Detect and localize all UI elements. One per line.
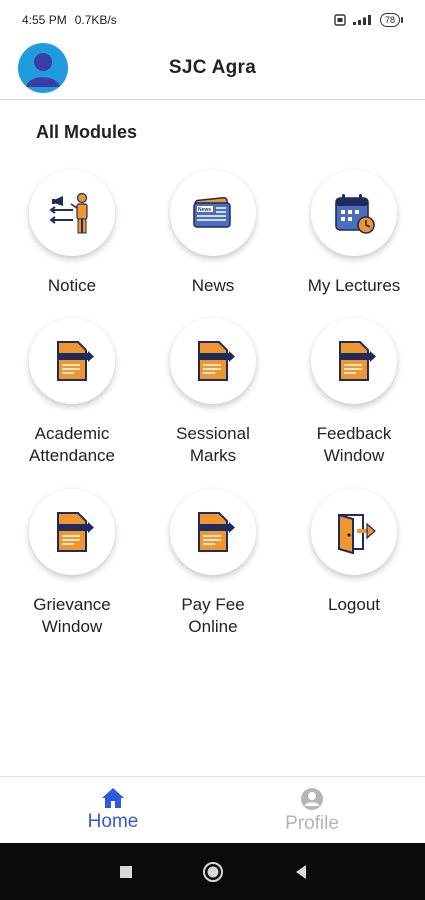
module-label: Logout — [328, 595, 380, 614]
svg-text:News: News — [198, 207, 211, 213]
system-home-icon[interactable] — [202, 861, 224, 883]
battery-level: 78 — [379, 13, 400, 27]
module-grievance-window[interactable]: Grievance Window — [2, 489, 142, 638]
nav-profile-label: Profile — [285, 813, 339, 834]
module-notice-button[interactable] — [29, 170, 115, 256]
network-speed: 0.7KB/s — [74, 13, 117, 27]
status-left: 4:55 PM 0.7KB/s — [22, 13, 117, 27]
module-label: Feedback Window — [316, 424, 392, 465]
profile-icon — [301, 788, 323, 810]
bottom-nav: Home Profile — [0, 776, 425, 843]
document-icon — [339, 341, 376, 381]
module-feedback-window-button[interactable] — [311, 318, 397, 404]
nav-home-label: Home — [87, 811, 139, 832]
newspaper-icon: News — [193, 196, 231, 228]
module-logout-button[interactable] — [311, 489, 397, 575]
nav-home[interactable]: Home — [53, 787, 173, 833]
module-label: Academic Attendance — [28, 424, 115, 465]
status-right: 78 — [334, 13, 403, 27]
module-logout[interactable]: Logout — [284, 489, 424, 616]
module-label: Notice — [47, 276, 97, 295]
module-notice[interactable]: Notice — [2, 170, 142, 297]
module-pay-fee-online[interactable]: Pay Fee Online — [143, 489, 283, 638]
document-icon — [198, 341, 235, 381]
module-news-button[interactable]: News — [170, 170, 256, 256]
module-news[interactable]: News News — [143, 170, 283, 297]
system-nav-bar — [0, 843, 425, 900]
home-icon — [102, 788, 124, 808]
module-label: Pay Fee Online — [181, 595, 245, 636]
module-my-lectures[interactable]: My Lectures — [284, 170, 424, 297]
module-grievance-window-button[interactable] — [29, 489, 115, 575]
document-icon — [198, 512, 235, 552]
module-label: Grievance Window — [33, 595, 111, 636]
app-title: SJC Agra — [168, 57, 257, 78]
module-label: Sessional Marks — [176, 424, 250, 465]
presentation-icon — [49, 192, 88, 234]
back-icon[interactable] — [290, 861, 312, 883]
status-bar: 4:55 PM 0.7KB/s 78 — [0, 0, 425, 40]
document-icon — [57, 512, 94, 552]
status-time: 4:55 PM — [22, 13, 67, 27]
app-header: SJC Agra — [0, 40, 425, 100]
module-academic-attendance[interactable]: Academic Attendance — [2, 318, 142, 467]
nav-profile[interactable]: Profile — [252, 787, 372, 835]
sim-icon — [334, 14, 346, 26]
section-title: All Modules — [36, 122, 138, 142]
module-label: My Lectures — [307, 276, 401, 295]
logout-door-icon — [338, 513, 376, 555]
module-sessional-marks-button[interactable] — [170, 318, 256, 404]
module-my-lectures-button[interactable] — [311, 170, 397, 256]
module-sessional-marks[interactable]: Sessional Marks — [143, 318, 283, 467]
recent-apps-icon[interactable] — [115, 861, 137, 883]
module-pay-fee-online-button[interactable] — [170, 489, 256, 575]
document-icon — [57, 341, 94, 381]
module-feedback-window[interactable]: Feedback Window — [284, 318, 424, 467]
signal-icon — [352, 15, 371, 25]
module-label: News — [191, 276, 235, 295]
module-academic-attendance-button[interactable] — [29, 318, 115, 404]
battery-icon: 78 — [379, 13, 403, 27]
calendar-icon — [335, 194, 375, 234]
